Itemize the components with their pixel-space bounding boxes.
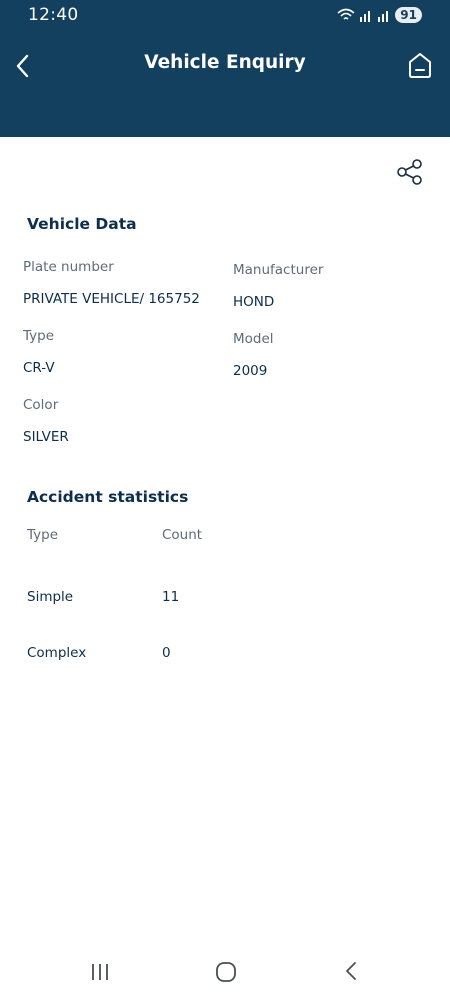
nav-back-icon xyxy=(346,962,356,980)
nav-home-button[interactable] xyxy=(215,961,237,983)
recent-apps-button[interactable] xyxy=(89,963,111,981)
share-button[interactable] xyxy=(395,158,425,186)
home-icon xyxy=(409,53,431,78)
signal-icon xyxy=(378,11,389,22)
plate-number-value: PRIVATE VEHICLE/ 165752 xyxy=(23,291,200,307)
row-count-cell: 0 xyxy=(162,645,171,661)
color-value: SILVER xyxy=(23,429,69,445)
status-time: 12:40 xyxy=(28,5,79,25)
battery-indicator: 91 xyxy=(395,7,422,23)
page-title: Vehicle Enquiry xyxy=(144,52,306,73)
share-icon xyxy=(397,159,422,185)
signal-icon xyxy=(360,11,371,22)
model-label: Model xyxy=(233,331,274,347)
recent-apps-icon xyxy=(92,964,108,980)
type-value: CR-V xyxy=(23,360,55,376)
status-icons: 91 xyxy=(337,6,422,24)
model-value: 2009 xyxy=(233,363,268,379)
row-type-cell: Complex xyxy=(27,645,87,661)
accident-statistics-title: Accident statistics xyxy=(27,488,189,506)
row-count-cell: 11 xyxy=(162,589,180,605)
home-circle-icon xyxy=(216,962,236,982)
plate-number-label: Plate number xyxy=(23,259,114,275)
manufacturer-value: HOND xyxy=(233,294,275,310)
nav-back-button[interactable] xyxy=(343,960,359,982)
column-header-count: Count xyxy=(162,527,203,543)
system-nav-bar xyxy=(0,945,450,1000)
type-label: Type xyxy=(23,328,55,344)
color-label: Color xyxy=(23,397,59,413)
manufacturer-label: Manufacturer xyxy=(233,262,324,278)
wifi-icon xyxy=(337,8,355,20)
vehicle-data-title: Vehicle Data xyxy=(27,215,137,233)
app-header: 12:40 91 Vehicle Enquiry xyxy=(0,0,450,137)
row-type-cell: Simple xyxy=(27,589,74,605)
home-button[interactable] xyxy=(406,50,434,80)
column-header-type: Type xyxy=(27,527,59,543)
